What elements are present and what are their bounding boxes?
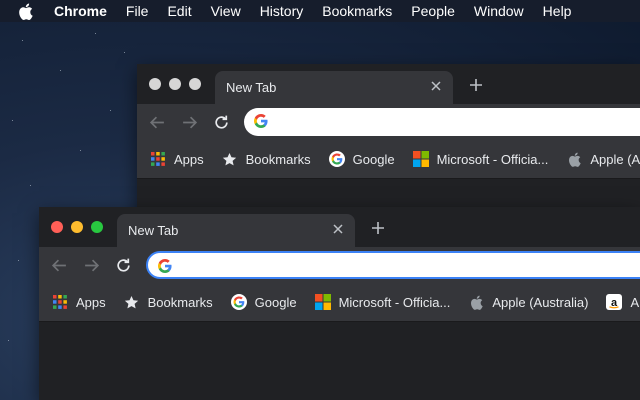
toolbar <box>39 247 640 283</box>
google-g-icon <box>254 114 268 128</box>
bookmark-label: Bookmarks <box>147 294 213 310</box>
tab-new-tab[interactable]: New Tab <box>215 71 453 104</box>
bookmark-amazon[interactable]: a Ama <box>606 294 640 310</box>
star-dot <box>12 120 13 121</box>
bookmark-label: Google <box>254 294 297 310</box>
close-tab-icon[interactable] <box>429 79 443 93</box>
bookmark-label: Apple (Aus <box>590 151 640 167</box>
bookmark-bookmarks[interactable]: Bookmarks <box>222 151 311 167</box>
omnibox[interactable] <box>244 108 640 136</box>
star-dot <box>124 52 125 53</box>
bookmark-label: Apps <box>174 151 204 167</box>
bookmark-microsoft[interactable]: Microsoft - Officia... <box>412 151 549 167</box>
zoom-window-button[interactable] <box>189 78 201 90</box>
microsoft-icon <box>412 151 429 167</box>
tab-title: New Tab <box>226 80 277 95</box>
bookmark-apps[interactable]: Apps <box>52 294 106 310</box>
bookmarks-bar: Apps Bookmarks Google Microsoft - Offici… <box>137 140 640 179</box>
star-dot <box>30 185 31 186</box>
back-arrow-icon[interactable] <box>51 257 68 274</box>
menu-app-name[interactable]: Chrome <box>54 3 107 19</box>
apple-menu-icon[interactable] <box>18 0 36 22</box>
bookmark-label: Bookmarks <box>245 151 311 167</box>
new-tab-plus-icon[interactable] <box>468 77 484 93</box>
apps-grid-icon <box>52 294 68 310</box>
apps-grid-icon <box>150 151 166 167</box>
menu-window[interactable]: Window <box>474 3 524 19</box>
menu-file[interactable]: File <box>126 3 149 19</box>
page-content <box>39 322 640 400</box>
tab-strip: New Tab <box>137 64 640 104</box>
traffic-lights <box>51 221 103 233</box>
tab-new-tab[interactable]: New Tab <box>117 214 355 247</box>
traffic-lights <box>149 78 201 90</box>
reload-icon[interactable] <box>115 257 132 274</box>
menu-edit[interactable]: Edit <box>167 3 191 19</box>
bookmark-label: Apps <box>76 294 106 310</box>
zoom-window-button[interactable] <box>91 221 103 233</box>
macos-menu-bar: Chrome File Edit View History Bookmarks … <box>0 0 640 22</box>
reload-icon[interactable] <box>213 114 230 131</box>
star-dot <box>8 340 9 341</box>
google-icon <box>328 151 345 167</box>
star-dot <box>95 33 96 34</box>
star-dot <box>22 40 23 41</box>
menu-history[interactable]: History <box>260 3 304 19</box>
back-arrow-icon[interactable] <box>149 114 166 131</box>
bookmark-apple[interactable]: Apple (Australia) <box>468 294 588 310</box>
apple-icon <box>566 151 582 167</box>
bookmark-microsoft[interactable]: Microsoft - Officia... <box>314 294 451 310</box>
tab-strip: New Tab <box>39 207 640 247</box>
menu-view[interactable]: View <box>211 3 241 19</box>
bookmarks-bar: Apps Bookmarks Google Microsoft - Offici… <box>39 283 640 322</box>
bookmark-label: Microsoft - Officia... <box>338 294 451 310</box>
address-input[interactable] <box>276 112 620 132</box>
close-tab-icon[interactable] <box>331 222 345 236</box>
bookmark-apps[interactable]: Apps <box>150 151 204 167</box>
address-input[interactable] <box>180 257 618 277</box>
bookmark-label: Google <box>352 151 395 167</box>
star-icon <box>222 151 238 167</box>
bookmark-bookmarks[interactable]: Bookmarks <box>124 294 213 310</box>
minimize-window-button[interactable] <box>169 78 181 90</box>
star-dot <box>80 150 81 151</box>
close-window-button[interactable] <box>51 221 63 233</box>
menu-help[interactable]: Help <box>543 3 572 19</box>
google-icon <box>230 294 247 310</box>
menu-people[interactable]: People <box>411 3 455 19</box>
bookmark-label: Ama <box>630 294 640 310</box>
close-window-button[interactable] <box>149 78 161 90</box>
new-tab-plus-icon[interactable] <box>370 220 386 236</box>
bookmark-label: Apple (Australia) <box>492 294 589 310</box>
forward-arrow-icon[interactable] <box>181 114 198 131</box>
star-dot <box>110 110 111 111</box>
tab-title: New Tab <box>128 223 179 238</box>
star-icon <box>124 294 140 310</box>
amazon-icon: a <box>606 294 623 310</box>
chrome-window-active: New Tab Apps Bookmarks Google Microsoft … <box>39 207 640 400</box>
google-g-icon <box>158 259 172 273</box>
bookmark-google[interactable]: Google <box>230 294 297 310</box>
bookmark-label: Microsoft - Officia... <box>436 151 549 167</box>
bookmark-apple[interactable]: Apple (Aus <box>566 151 640 167</box>
toolbar <box>137 104 640 140</box>
menu-bookmarks[interactable]: Bookmarks <box>322 3 392 19</box>
forward-arrow-icon[interactable] <box>83 257 100 274</box>
minimize-window-button[interactable] <box>71 221 83 233</box>
omnibox[interactable] <box>146 251 640 279</box>
microsoft-icon <box>314 294 331 310</box>
star-dot <box>18 260 19 261</box>
bookmark-google[interactable]: Google <box>328 151 395 167</box>
apple-icon <box>468 294 484 310</box>
star-dot <box>60 70 61 71</box>
